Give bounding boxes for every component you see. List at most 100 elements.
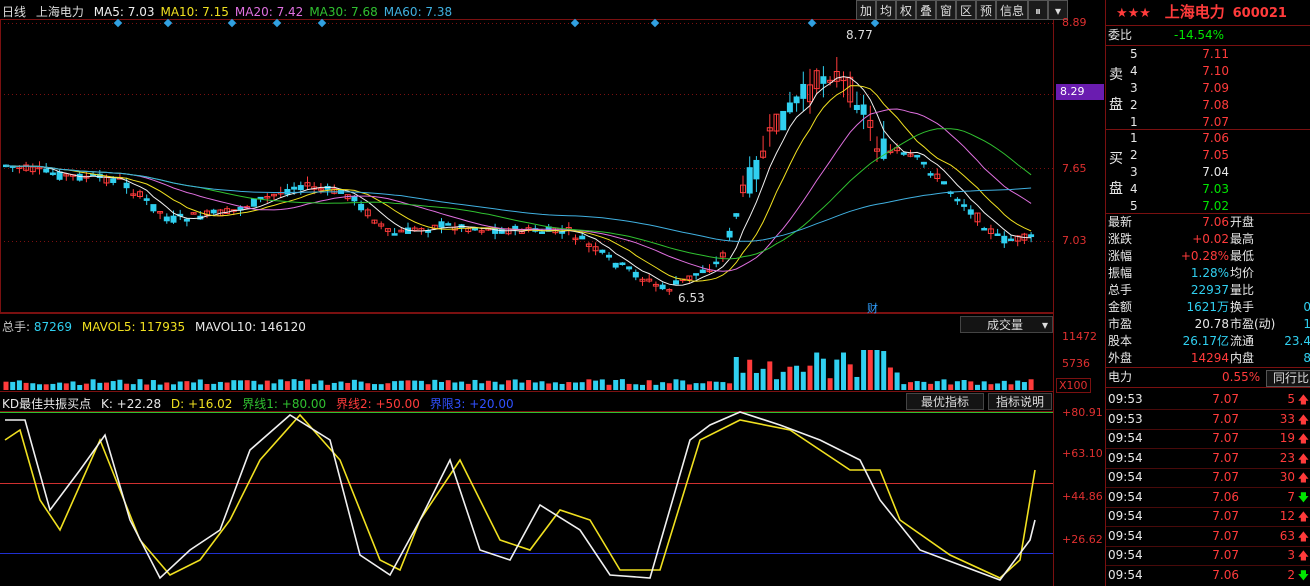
volume-bar bbox=[70, 381, 76, 390]
best-indicator-button[interactable]: 最优指标 bbox=[906, 393, 984, 410]
mavol5-value: 117935 bbox=[139, 320, 186, 334]
toolbar-rights-button[interactable]: 权 bbox=[896, 0, 916, 20]
mavol10-value: 146120 bbox=[260, 320, 306, 334]
toolbar-forecast-button[interactable]: 预 bbox=[976, 0, 996, 20]
volume-bar bbox=[506, 380, 511, 390]
candlestick-body bbox=[183, 218, 190, 222]
candlestick-body bbox=[606, 254, 612, 258]
trade-price: 7.06 bbox=[1212, 489, 1239, 504]
industry-row: 电力 0.55% 同行比 bbox=[1106, 369, 1310, 387]
stat-label: 外盘 bbox=[1108, 351, 1133, 365]
volume-bar bbox=[305, 379, 310, 390]
volume-bar bbox=[338, 381, 344, 390]
trade-price: 7.07 bbox=[1212, 411, 1239, 426]
stat-value: 23.4 bbox=[1284, 334, 1310, 348]
candlestick-body bbox=[143, 198, 150, 201]
volume-bar bbox=[579, 382, 585, 390]
volume-bar bbox=[271, 383, 277, 390]
candlestick-body bbox=[445, 223, 452, 226]
stat-value: +0.02 bbox=[1192, 232, 1229, 246]
indicator-help-button[interactable]: 指标说明 bbox=[988, 393, 1052, 410]
price-axis-label: 7.65 bbox=[1062, 162, 1087, 175]
price-axis-label: 8.89 bbox=[1062, 16, 1087, 29]
volume-bar bbox=[124, 383, 130, 390]
indicator-d: D: +16.02 bbox=[170, 397, 233, 411]
volume-bar bbox=[552, 382, 558, 390]
volume-bar bbox=[191, 382, 197, 390]
moving-average-line bbox=[5, 76, 1032, 286]
volume-bar bbox=[372, 384, 377, 390]
candlestick-body bbox=[123, 182, 130, 189]
stat-value: 0 bbox=[1303, 300, 1310, 314]
ma-value-3: MA30: 7.68 bbox=[309, 5, 378, 19]
ma-value-2: MA20: 7.42 bbox=[234, 5, 304, 19]
trade-time: 09:54 bbox=[1108, 548, 1143, 562]
volume-bar bbox=[867, 350, 873, 390]
volume-bar bbox=[934, 381, 940, 390]
trade-volume: 12 bbox=[1279, 509, 1295, 523]
candlestick-body bbox=[472, 227, 478, 231]
mavol10-label: MAVOL10: bbox=[194, 320, 257, 334]
toolbar-collapse-icon[interactable]: ⏸ bbox=[1028, 0, 1048, 20]
volume-bar bbox=[512, 379, 518, 390]
volume-bar bbox=[492, 381, 498, 390]
volume-bar bbox=[418, 380, 424, 390]
stat-label: 最高 bbox=[1230, 232, 1255, 246]
price-pane-border bbox=[0, 19, 1054, 313]
volume-bar bbox=[97, 382, 103, 390]
stat-row: 市盈 20.78 市盈(动) 1 bbox=[1106, 316, 1310, 333]
indicator-axis-label: +26.62 bbox=[1062, 533, 1103, 546]
trade-price: 7.07 bbox=[1212, 509, 1239, 523]
candlestick-body bbox=[438, 221, 445, 228]
volume-total-label: 总手: bbox=[2, 320, 31, 334]
candlestick-body bbox=[961, 204, 968, 207]
candlestick-body bbox=[632, 271, 639, 278]
candlestick-body bbox=[820, 76, 827, 84]
industry-compare-button[interactable]: 同行比 bbox=[1266, 370, 1310, 387]
trade-row: 09:54 7.07 19 🡅 bbox=[1106, 429, 1310, 448]
stat-label: 涨跌 bbox=[1108, 232, 1133, 246]
stat-label: 均价 bbox=[1230, 266, 1255, 280]
buy-level-row: 2 7.05 bbox=[1106, 147, 1310, 164]
arrow-up-icon: 🡅 bbox=[1297, 529, 1309, 543]
volume-bar bbox=[660, 382, 666, 390]
volume-bar bbox=[238, 380, 243, 390]
toolbar-window-button[interactable]: 窗 bbox=[936, 0, 956, 20]
volume-bar bbox=[291, 379, 297, 390]
sell-level-price: 7.09 bbox=[1202, 81, 1229, 95]
volume-bar bbox=[77, 384, 83, 390]
volume-bar bbox=[284, 381, 290, 390]
toolbar-range-button[interactable]: 区 bbox=[956, 0, 976, 20]
stat-value: 14294 bbox=[1190, 351, 1229, 365]
sell-level-price: 7.11 bbox=[1202, 47, 1229, 61]
volume-bar bbox=[673, 379, 679, 390]
volume-bar bbox=[43, 384, 49, 390]
toolbar-add-button[interactable]: 加 bbox=[856, 0, 876, 20]
toolbar-info-button[interactable]: 信息 bbox=[996, 0, 1028, 20]
kline-chart[interactable] bbox=[0, 0, 1105, 586]
trade-time: 09:54 bbox=[1108, 450, 1143, 465]
volume-bar bbox=[365, 383, 371, 390]
trade-volume: 19 bbox=[1279, 431, 1295, 445]
candlestick-body bbox=[981, 227, 988, 231]
stat-label: 流通 bbox=[1230, 334, 1255, 348]
volume-bar bbox=[398, 380, 404, 390]
candlestick-body bbox=[626, 266, 633, 270]
stat-label: 最新 bbox=[1108, 215, 1133, 229]
candlestick-body bbox=[49, 172, 56, 175]
candlestick-body bbox=[512, 225, 519, 230]
volume-selector[interactable]: 成交量 ▾ bbox=[960, 316, 1053, 333]
trade-time: 09:54 bbox=[1108, 470, 1143, 484]
candlestick-body bbox=[351, 196, 358, 202]
trade-time: 09:54 bbox=[1108, 528, 1143, 543]
volume-bar bbox=[485, 380, 491, 390]
volume-bar bbox=[887, 367, 893, 390]
quote-panel: ★★★ 上海电力 600021 委比 -14.54% 卖 盘 5 7.11 4 7.1… bbox=[1105, 0, 1310, 586]
toolbar-average-button[interactable]: 均 bbox=[876, 0, 896, 20]
price-axis-highlight: 8.29 bbox=[1056, 84, 1104, 100]
chart-toolbar: 加 均 权 叠 窗 区 预 信息 ⏸ ▾ bbox=[856, 0, 1068, 20]
candlestick-body bbox=[1008, 238, 1014, 242]
toolbar-overlay-button[interactable]: 叠 bbox=[916, 0, 936, 20]
finance-marker[interactable]: 财 bbox=[867, 300, 878, 316]
volume-bar bbox=[244, 380, 250, 390]
